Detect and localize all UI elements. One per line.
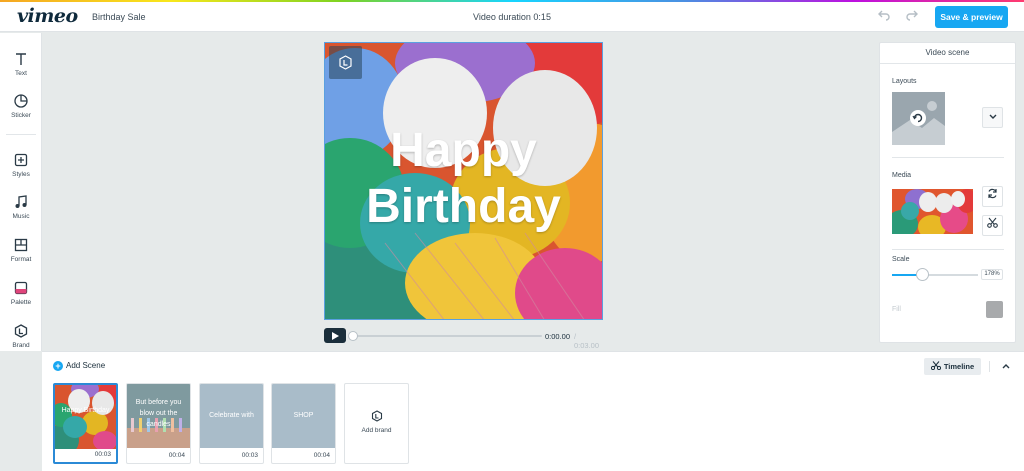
palette-icon [0,281,42,297]
scene-thumbnail-text: Celebrate with [209,412,254,419]
format-icon [0,238,42,254]
sidebar-item-styles[interactable]: Styles [0,153,42,178]
collapse-panel-button[interactable] [999,359,1013,373]
scene-thumbnail: Celebrate with [200,384,263,448]
playback-track[interactable] [352,335,542,337]
scene-duration: 00:03 [241,452,258,459]
headline-line-2: Birthday [366,180,561,233]
media-balloons-image [892,189,973,234]
scissors-icon [987,217,998,228]
styles-icon [0,153,42,169]
brand-placeholder-badge[interactable] [329,46,362,79]
add-brand-label: Add brand [361,427,392,434]
add-brand-card[interactable]: Add brand [344,383,409,464]
scene-thumbnail: SHOP [272,384,335,448]
layouts-label: Layouts [892,78,917,85]
scissors-icon [930,361,941,371]
scene-card-2[interactable]: But before you blow out the candles 00:0… [126,383,191,464]
sidebar-divider [6,134,36,135]
sidebar-item-music[interactable]: Music [0,195,42,220]
panel-divider [892,249,1004,250]
sticker-icon [0,94,42,110]
fill-label: Fill [892,306,901,313]
video-scene-panel: Video scene Layouts Media Scale 178% Fil… [879,42,1016,343]
scene-card-3[interactable]: Celebrate with 00:03 [199,383,264,464]
play-button[interactable] [324,328,346,343]
sidebar-item-label: Text [15,70,27,77]
scale-slider-handle[interactable] [916,268,930,281]
refresh-icon [988,188,997,199]
brand-icon [0,324,42,340]
redo-icon[interactable] [904,8,920,24]
panel-title: Video scene [880,43,1015,64]
scene-thumbnail: Happy Birthday [55,385,116,449]
scene-thumbnail-text: But before you blow out the candles [135,399,182,428]
scene-balloons-image [55,385,116,449]
sidebar-item-label: Brand [12,342,30,349]
sidebar-item-palette[interactable]: Palette [0,281,42,306]
panel-divider [892,157,1004,158]
scene-duration: 00:04 [168,452,185,459]
sidebar-item-label: Styles [12,171,30,178]
sidebar-item-brand[interactable]: Brand [0,324,42,349]
trim-media-button[interactable] [982,215,1003,236]
sidebar-item-label: Sticker [11,112,31,119]
sidebar-item-label: Music [12,213,30,220]
scene-card-4[interactable]: SHOP 00:04 [271,383,336,464]
scale-slider-track[interactable] [892,274,978,276]
add-scene-button[interactable]: + Add Scene [53,361,105,371]
scene-duration: 00:03 [94,451,111,458]
canvas-headline[interactable]: Happy Birthday [325,123,602,235]
total-time-value: 0:03.00 [574,341,600,350]
plus-icon: + [53,361,63,371]
media-label: Media [892,172,912,179]
fill-color-swatch[interactable] [986,301,1003,318]
sidebar-item-text[interactable]: Text [0,52,42,77]
sidebar-item-label: Palette [10,299,32,306]
scale-value[interactable]: 178% [981,269,1003,280]
scene-thumbnail-text: Happy Birthday [61,407,110,414]
sidebar-item-format[interactable]: Format [0,238,42,263]
current-time: 0:00.00 [545,332,571,341]
media-thumbnail[interactable] [892,189,973,234]
timeline-label: Timeline [943,362,975,371]
playback-controls: 0:00.00 / 0:03.00 [324,328,603,350]
timeline-button[interactable]: Timeline [924,358,981,375]
scene-strip: + Add Scene Timeline Happy Birthday 00:03 [42,351,1024,471]
headline-line-1: Happy [390,124,537,177]
replace-media-button[interactable] [982,186,1003,207]
scene-thumbnail-text: SHOP [293,412,314,419]
total-time: / 0:03.00 [574,332,600,350]
video-canvas[interactable]: Happy Birthday [324,42,603,320]
add-scene-label: Add Scene [66,361,106,370]
scene-thumbnail: But before you blow out the candles [127,384,190,448]
video-duration: Video duration 0:15 [473,12,551,22]
sidebar-item-label: Format [10,256,32,263]
playback-scrubber[interactable] [348,331,358,341]
scene-duration: 00:04 [313,452,330,459]
top-bar: vimeo Birthday Sale Video duration 0:15 … [0,2,1024,32]
chevron-down-icon [989,114,996,119]
sidebar-item-sticker[interactable]: Sticker [0,94,42,119]
left-sidebar: Text Sticker Styles Music Format Palette [0,33,42,351]
brand-icon [339,55,352,70]
music-icon [0,195,42,211]
toolbar-divider [989,361,990,372]
layout-preview-image [892,92,945,145]
text-icon [0,52,42,68]
undo-icon[interactable] [876,8,892,24]
scene-card-1[interactable]: Happy Birthday 00:03 [53,383,118,464]
brand-icon [371,409,383,427]
layout-dropdown[interactable] [982,107,1003,128]
scale-label: Scale [892,256,910,263]
save-preview-button[interactable]: Save & preview [935,6,1008,28]
chevron-up-icon [1002,364,1010,369]
layout-thumbnail[interactable] [892,92,945,145]
